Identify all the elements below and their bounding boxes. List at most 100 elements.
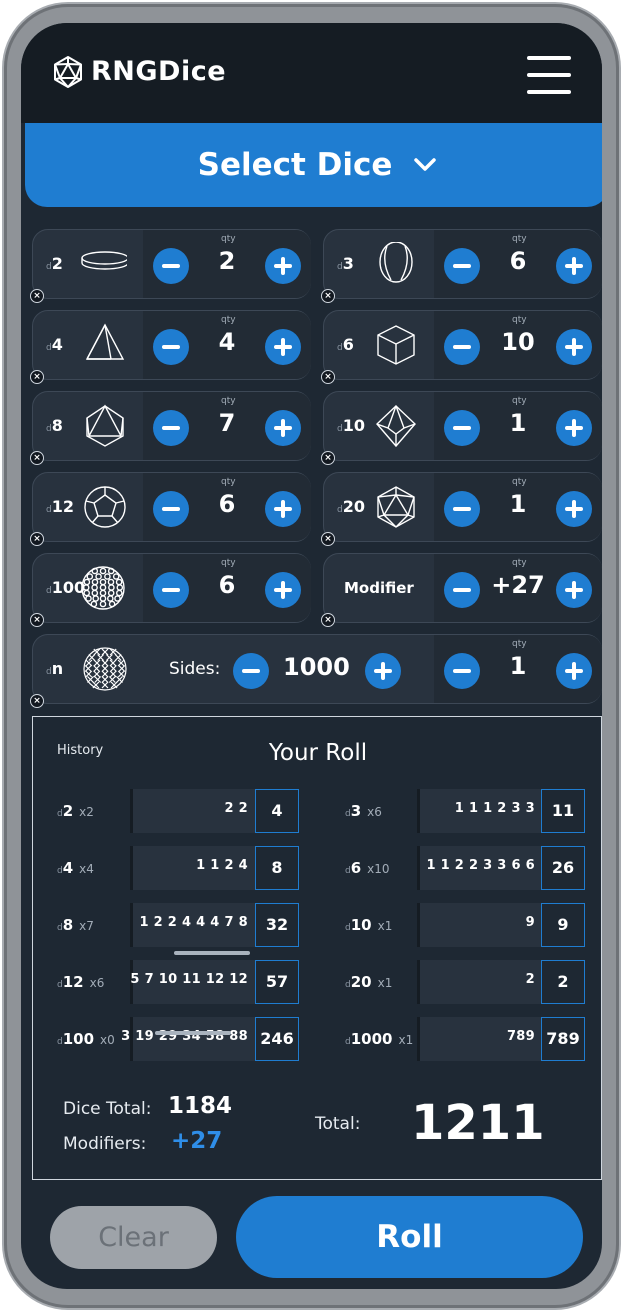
increment-button[interactable] bbox=[265, 248, 301, 284]
d3-die-icon bbox=[379, 242, 413, 283]
remove-die-icon[interactable]: × bbox=[321, 289, 335, 303]
result-die-label: d12 x6 bbox=[57, 973, 105, 991]
die-label: d6 bbox=[337, 335, 354, 354]
result-die-label: d20 x1 bbox=[345, 973, 393, 991]
dice-total-label: Dice Total: bbox=[63, 1099, 152, 1119]
increment-button[interactable] bbox=[556, 410, 592, 446]
remove-die-icon[interactable]: × bbox=[321, 370, 335, 384]
qty-control: qty 1 bbox=[434, 635, 602, 703]
increment-button[interactable] bbox=[265, 329, 301, 365]
increment-button[interactable] bbox=[556, 329, 592, 365]
d10-die-icon bbox=[376, 405, 416, 448]
decrement-button[interactable] bbox=[153, 410, 189, 446]
increment-button[interactable] bbox=[265, 410, 301, 446]
modifier-label: Modifier bbox=[344, 579, 414, 597]
increment-button[interactable] bbox=[556, 653, 592, 689]
sides-decrement-button[interactable] bbox=[233, 653, 269, 689]
increment-button[interactable] bbox=[556, 572, 592, 608]
decrement-button[interactable] bbox=[444, 410, 480, 446]
decrement-button[interactable] bbox=[153, 491, 189, 527]
horizontal-scrollbar[interactable] bbox=[174, 951, 250, 955]
app-header: RNGDice bbox=[21, 23, 602, 123]
remove-die-icon[interactable]: × bbox=[321, 532, 335, 546]
qty-control: qty 6 bbox=[434, 230, 602, 298]
roll-values-box: 1 1 2 2 3 3 6 6 bbox=[417, 846, 543, 890]
dice-card-d2: d2 qty 2 × bbox=[30, 229, 311, 303]
increment-button[interactable] bbox=[265, 491, 301, 527]
qty-value: 7 bbox=[218, 409, 236, 437]
roll-sum: 8 bbox=[255, 846, 299, 890]
result-die-label: d10 x1 bbox=[345, 916, 393, 934]
qty-value: +27 bbox=[491, 571, 545, 599]
decrement-button[interactable] bbox=[153, 248, 189, 284]
roll-values: 2 bbox=[525, 972, 535, 987]
dice-card-d4: d4 qty 4 × bbox=[30, 310, 311, 384]
decrement-button[interactable] bbox=[444, 248, 480, 284]
d20-logo-icon bbox=[54, 56, 82, 88]
die-label: d10 bbox=[337, 416, 365, 435]
select-dice-dropdown[interactable]: Select Dice bbox=[25, 123, 602, 207]
roll-button[interactable]: Roll bbox=[236, 1196, 583, 1278]
roll-sum: 11 bbox=[541, 789, 585, 833]
dice-card-d10: d10 qty 1 × bbox=[321, 391, 602, 465]
increment-button[interactable] bbox=[556, 491, 592, 527]
qty-label: qty bbox=[512, 477, 527, 487]
remove-die-icon[interactable]: × bbox=[30, 370, 44, 384]
grand-total-value: 1211 bbox=[411, 1095, 545, 1151]
qty-control: qty 2 bbox=[143, 230, 311, 298]
remove-die-icon[interactable]: × bbox=[30, 289, 44, 303]
remove-die-icon[interactable]: × bbox=[30, 613, 44, 627]
roll-values: 2 2 bbox=[224, 801, 248, 816]
dice-total-value: 1184 bbox=[168, 1093, 233, 1119]
remove-die-icon[interactable]: × bbox=[30, 694, 44, 708]
sides-increment-button[interactable] bbox=[365, 653, 401, 689]
qty-control: qty 1 bbox=[434, 392, 602, 460]
remove-die-icon[interactable]: × bbox=[321, 613, 335, 627]
roll-values-box: 1 1 2 4 bbox=[130, 846, 256, 890]
roll-values-box: 3 19 29 34 58 88 bbox=[121, 1017, 256, 1061]
qty-label: qty bbox=[512, 234, 527, 244]
dice-card-d8: d8 qty 7 × bbox=[30, 391, 311, 465]
qty-control: qty +27 bbox=[434, 554, 602, 622]
qty-label: qty bbox=[512, 396, 527, 406]
roll-values-box: 5 7 10 11 12 12 bbox=[130, 960, 256, 1004]
clear-button[interactable]: Clear bbox=[50, 1206, 217, 1269]
roll-values: 1 1 1 2 3 3 bbox=[454, 801, 535, 816]
qty-value: 6 bbox=[509, 247, 527, 275]
decrement-button[interactable] bbox=[153, 329, 189, 365]
qty-label: qty bbox=[221, 315, 236, 325]
qty-value: 4 bbox=[218, 328, 236, 356]
hamburger-menu-icon[interactable] bbox=[527, 56, 571, 94]
remove-die-icon[interactable]: × bbox=[321, 451, 335, 465]
qty-label: qty bbox=[512, 315, 527, 325]
qty-control: qty 7 bbox=[143, 392, 311, 460]
decrement-button[interactable] bbox=[444, 572, 480, 608]
remove-die-icon[interactable]: × bbox=[30, 451, 44, 465]
roll-sum: 2 bbox=[541, 960, 585, 1004]
decrement-button[interactable] bbox=[444, 491, 480, 527]
roll-values-box: 789 bbox=[417, 1017, 543, 1061]
result-die-label: d3 x6 bbox=[345, 802, 382, 820]
result-die-label: d100 x0 bbox=[57, 1030, 115, 1048]
result-die-label: d4 x4 bbox=[57, 859, 94, 877]
total-label: Total: bbox=[315, 1114, 361, 1134]
die-label: d12 bbox=[46, 497, 74, 516]
decrement-button[interactable] bbox=[153, 572, 189, 608]
roll-sum: 789 bbox=[541, 1017, 585, 1061]
decrement-button[interactable] bbox=[444, 329, 480, 365]
select-dice-label: Select Dice bbox=[197, 147, 393, 183]
qty-control: qty 6 bbox=[143, 473, 311, 541]
increment-button[interactable] bbox=[265, 572, 301, 608]
qty-label: qty bbox=[221, 396, 236, 406]
qty-value: 1 bbox=[509, 490, 527, 518]
roll-results-panel: History Your Roll d2 x2 2 2 4 d3 x6 1 1 1 2 3 … bbox=[32, 716, 602, 1180]
dice-card-d100: d100 qty 6 × bbox=[30, 553, 311, 627]
decrement-button[interactable] bbox=[444, 653, 480, 689]
result-die-label: d6 x10 bbox=[345, 859, 390, 877]
remove-die-icon[interactable]: × bbox=[30, 532, 44, 546]
horizontal-scrollbar[interactable] bbox=[155, 1031, 231, 1035]
qty-value: 6 bbox=[218, 571, 236, 599]
increment-button[interactable] bbox=[556, 248, 592, 284]
roll-sum: 4 bbox=[255, 789, 299, 833]
die-label: d3 bbox=[337, 254, 354, 273]
